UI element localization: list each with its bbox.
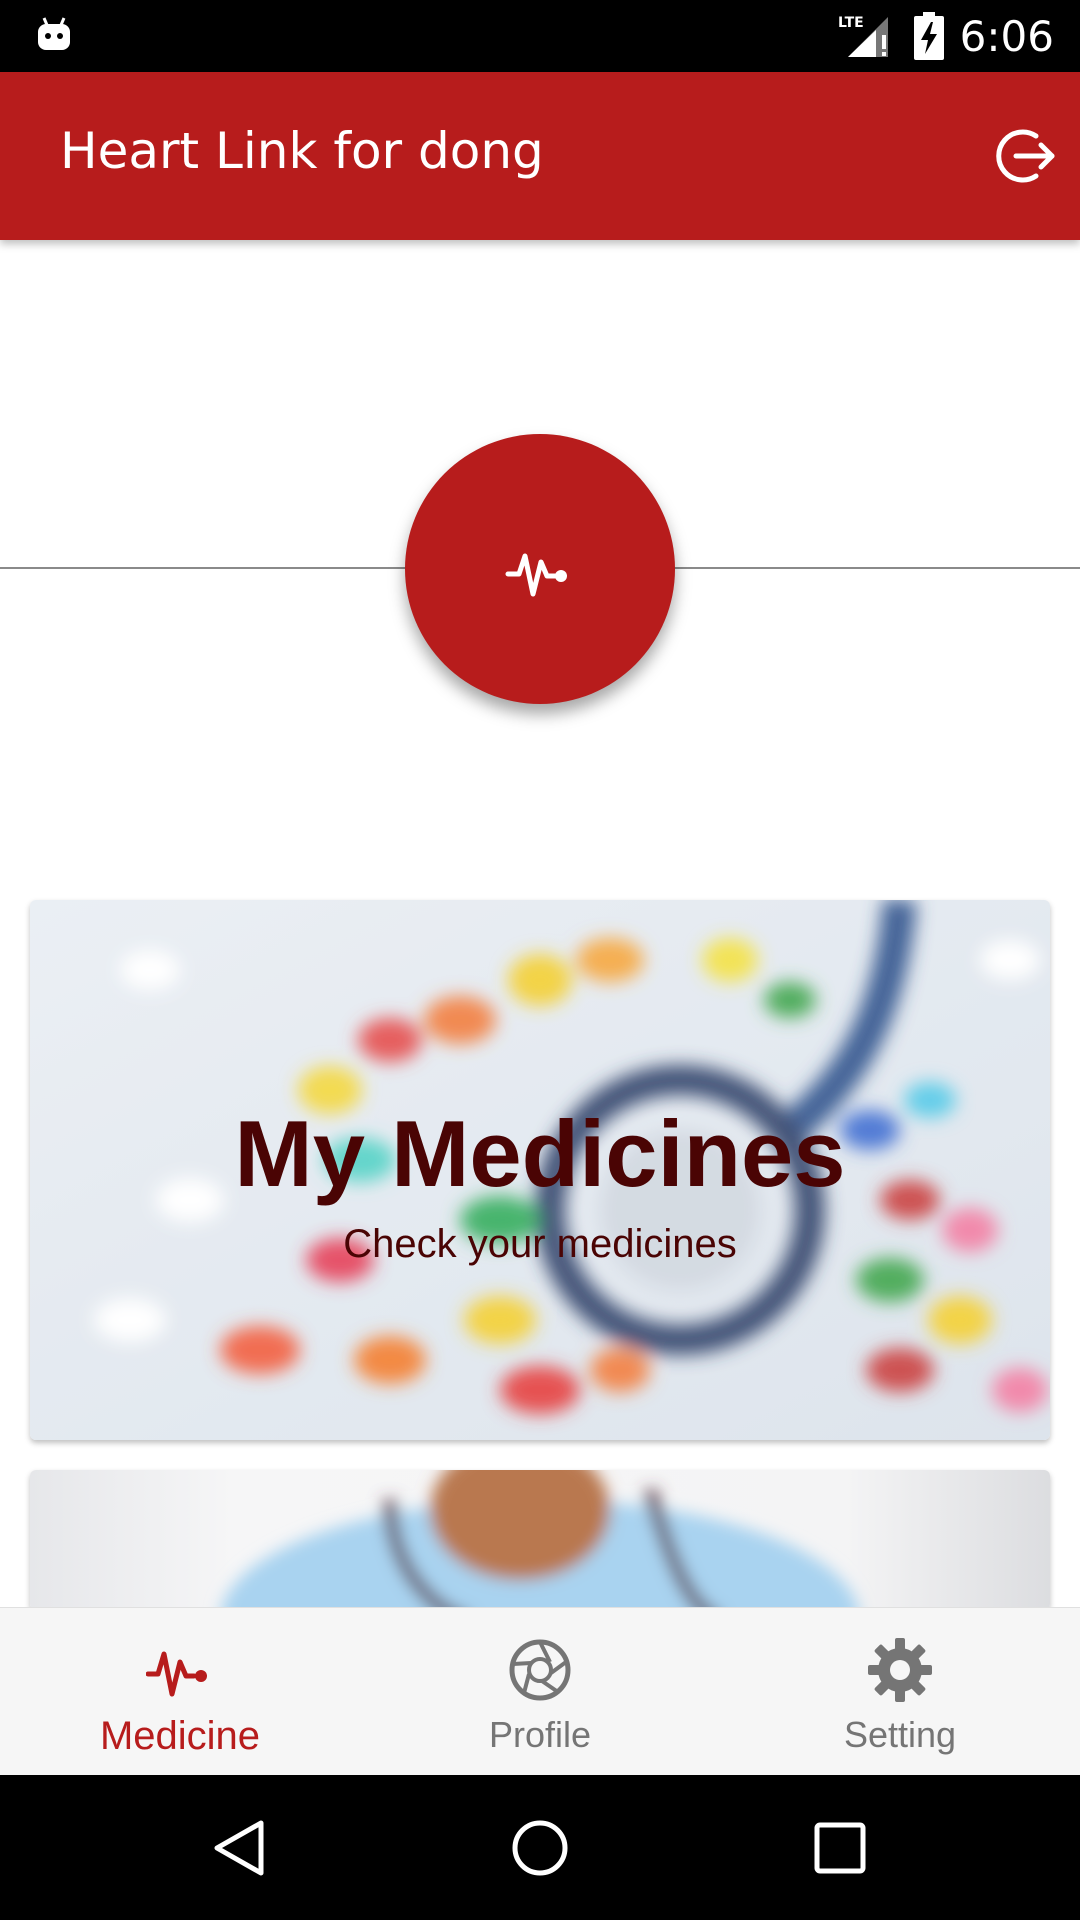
heartbeat-icon xyxy=(505,553,567,597)
nav-label-medicine: Medicine xyxy=(99,1714,261,1758)
battery-charging-icon xyxy=(913,12,944,60)
heartbeat-icon xyxy=(146,1651,207,1697)
lte-signal-icon: LTE xyxy=(838,15,888,57)
doctor-background-image xyxy=(30,1470,1050,1610)
app-bar: Heart Link for dong xyxy=(0,72,1080,240)
nav-item-medicine[interactable]: Medicine xyxy=(0,1608,360,1775)
back-icon[interactable] xyxy=(207,1815,273,1881)
nav-label-setting: Setting xyxy=(843,1714,957,1755)
medicines-card[interactable]: My Medicines Check your medicines xyxy=(30,900,1050,1440)
doctor-card[interactable] xyxy=(30,1470,1050,1610)
nav-label-profile: Profile xyxy=(488,1714,592,1755)
heartbeat-button[interactable] xyxy=(405,434,675,704)
status-bar: LTE 6:06 xyxy=(0,0,1080,72)
app-title: Heart Link for dong xyxy=(60,122,544,180)
nav-item-profile[interactable]: Profile xyxy=(360,1608,720,1775)
android-icon xyxy=(38,17,70,50)
card-subtitle: Check your medicines xyxy=(343,1222,737,1266)
status-time: 6:06 xyxy=(959,11,1054,61)
network-label: LTE xyxy=(838,15,864,31)
system-navigation-bar xyxy=(0,1775,1080,1920)
home-icon[interactable] xyxy=(507,1815,573,1881)
aperture-icon xyxy=(509,1639,571,1701)
recents-icon[interactable] xyxy=(807,1815,873,1881)
nav-item-setting[interactable]: Setting xyxy=(720,1608,1080,1775)
gear-icon xyxy=(868,1638,932,1702)
bottom-navigation: Medicine Profile Setting xyxy=(0,1607,1080,1775)
logout-icon[interactable] xyxy=(992,122,1060,190)
card-title: My Medicines xyxy=(234,1101,846,1206)
